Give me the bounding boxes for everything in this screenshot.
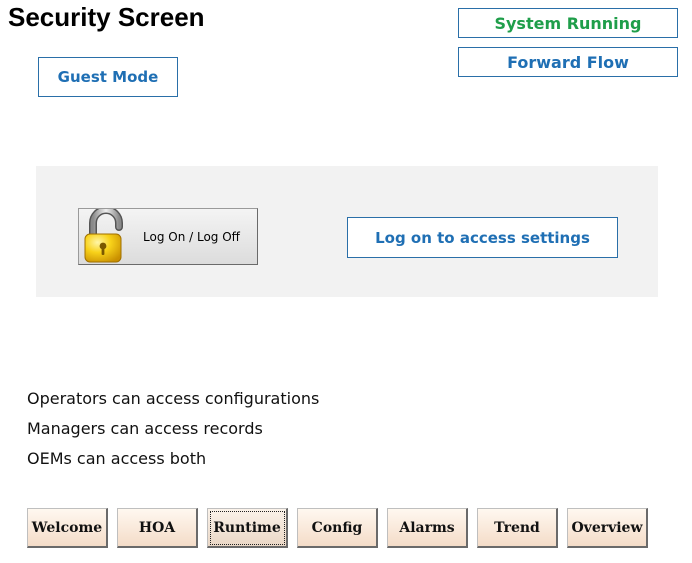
- nav-welcome-label: Welcome: [31, 519, 103, 536]
- nav-alarms-label: Alarms: [399, 519, 455, 536]
- info-managers: Managers can access records: [27, 419, 263, 438]
- flow-status-indicator: Forward Flow: [458, 47, 678, 77]
- access-message-label: Log on to access settings: [375, 228, 590, 247]
- nav-runtime-button[interactable]: Runtime: [207, 508, 288, 548]
- nav-config-button[interactable]: Config: [297, 508, 378, 548]
- nav-hoa-button[interactable]: HOA: [117, 508, 198, 548]
- info-oems: OEMs can access both: [27, 449, 207, 468]
- access-message-box: Log on to access settings: [347, 217, 618, 258]
- nav-hoa-label: HOA: [138, 519, 176, 536]
- page-title: Security Screen: [8, 2, 205, 32]
- user-mode-label: Guest Mode: [57, 68, 159, 86]
- nav-overview-button[interactable]: Overview: [567, 508, 648, 548]
- flow-status-label: Forward Flow: [507, 52, 629, 72]
- log-on-off-button[interactable]: Log On / Log Off: [78, 208, 258, 265]
- user-mode-indicator: Guest Mode: [38, 57, 178, 97]
- info-operators: Operators can access configurations: [27, 389, 320, 408]
- nav-config-label: Config: [311, 519, 363, 536]
- system-status-indicator: System Running: [458, 8, 678, 38]
- nav-runtime-label: Runtime: [213, 519, 281, 536]
- nav-trend-label: Trend: [494, 519, 540, 536]
- nav-alarms-button[interactable]: Alarms: [387, 508, 468, 548]
- log-on-off-label: Log On / Log Off: [143, 229, 240, 244]
- nav-welcome-button[interactable]: Welcome: [27, 508, 108, 548]
- padlock-icon: [84, 209, 123, 263]
- nav-overview-label: Overview: [571, 519, 643, 536]
- system-status-label: System Running: [494, 13, 642, 33]
- nav-trend-button[interactable]: Trend: [477, 508, 558, 548]
